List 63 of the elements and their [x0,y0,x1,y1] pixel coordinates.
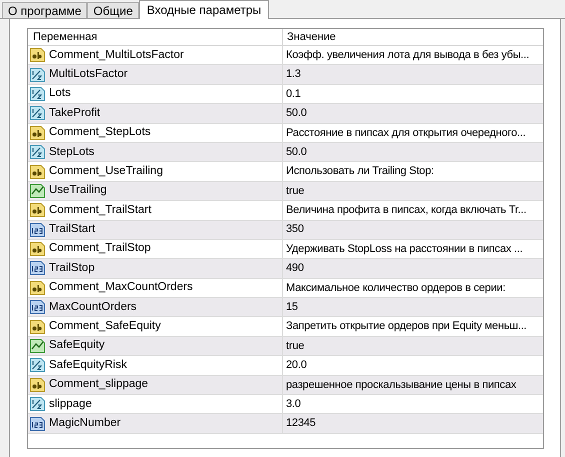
parameter-name: Comment_TrailStart [49,202,152,218]
text-type-icon [30,164,45,179]
text-type-icon [30,378,45,392]
fraction-type-icon [30,358,45,372]
parameter-value[interactable]: 350 [286,221,304,238]
parameter-value[interactable]: Максимальное количество ордеров в серии: [286,280,506,296]
text-type-icon [30,242,45,256]
fraction-type-icon [30,68,45,82]
parameter-value[interactable]: разрешенное проскальзывание цены в пипсах [286,376,516,394]
parameter-value[interactable]: Величина профита в пипсах, когда включать Tr... [286,202,526,219]
tab[interactable]: Входные параметры [138,0,270,19]
tab[interactable]: О программе [2,2,88,18]
parameter-value[interactable]: Расстояние в пипсах для открытия очередного... [286,124,526,141]
parameter-value[interactable]: true [286,182,304,200]
parameter-value[interactable]: 50.0 [286,105,307,122]
parameter-name: Comment_MaxCountOrders [49,280,193,296]
parameter-name: SafeEquity [49,338,105,354]
text-type-icon [30,280,45,295]
parameter-value[interactable]: 15 [286,299,298,316]
text-type-icon [30,203,45,218]
text-type-icon [30,126,45,140]
text-type-icon [30,48,45,62]
parameter-name: Comment_slippage [49,377,148,392]
number-type-icon [30,261,45,276]
parameter-name: Lots [49,86,71,102]
parameter-value[interactable]: 490 [286,260,304,277]
parameter-name: SafeEquityRisk [49,358,127,373]
text-type-icon [30,320,45,334]
fraction-type-icon [30,397,45,412]
parameter-value[interactable]: Коэфф. увеличения лота для вывода в без убы... [286,46,530,64]
fraction-type-icon [30,86,45,101]
parameter-name: MagicNumber [49,416,121,431]
parameter-name: Comment_MultiLotsFactor [49,48,184,63]
parameter-name: MultiLotsFactor [49,66,128,82]
parameter-name: TakeProfit [49,106,100,121]
parameter-value[interactable]: 3.0 [286,396,301,412]
parameter-value[interactable]: Удерживать StopLoss на расстоянии в пипсах ... [286,240,523,258]
parameter-name: TrailStart [49,222,96,238]
parameter-value[interactable]: Запретить открытие ордеров при Equity меньш... [286,318,527,335]
tab[interactable]: Общие [87,2,139,18]
column-header[interactable]: Переменная [28,29,283,45]
parameter-value[interactable]: 0.1 [286,86,301,102]
parameter-name: Comment_SafeEquity [49,319,161,334]
column-header[interactable]: Значение [283,29,543,45]
number-type-icon [30,300,45,314]
parameter-value[interactable]: 1.3 [286,66,301,83]
parameter-name: slippage [49,396,92,412]
parameter-name: Comment_UseTrailing [49,164,163,179]
parameter-name: StepLots [49,144,94,160]
parameter-value[interactable]: 12345 [286,415,316,432]
parameter-name: MaxCountOrders [49,300,137,315]
parameter-name: Comment_StepLots [49,125,151,140]
number-type-icon [30,416,45,431]
parameter-value[interactable]: Использовать ли Trailing Stop: [286,163,434,180]
parameter-name: Comment_TrailStop [49,241,151,256]
parameter-value[interactable]: true [286,338,304,354]
fraction-type-icon [30,145,45,160]
parameter-name: UseTrailing [49,183,107,198]
parameter-value[interactable]: 50.0 [286,144,307,160]
number-type-icon [30,222,45,237]
fraction-type-icon [30,106,45,120]
parameter-name: TrailStop [49,260,95,276]
parameter-value[interactable]: 20.0 [286,357,307,374]
